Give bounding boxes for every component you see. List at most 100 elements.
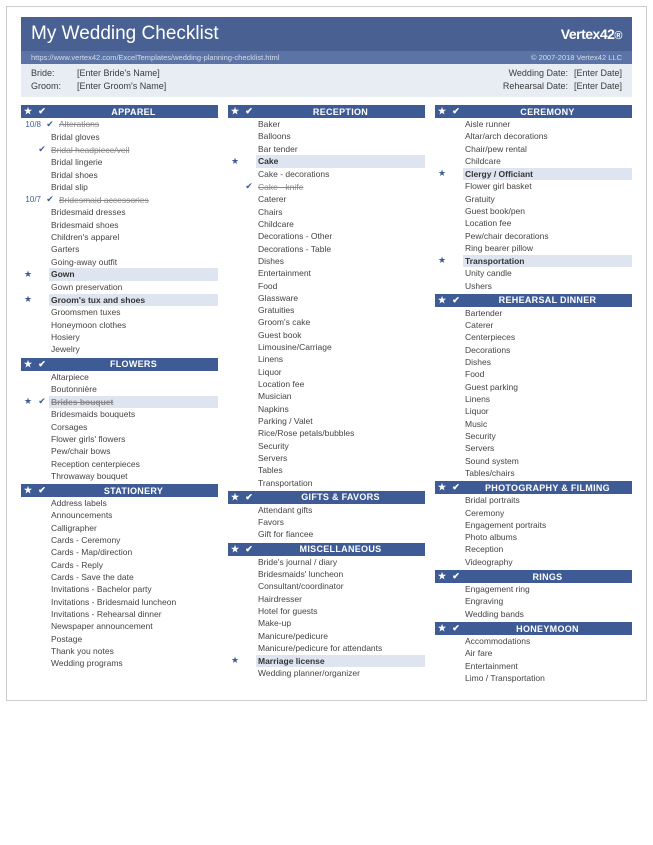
checklist-item[interactable]: Bartender <box>435 307 632 319</box>
checklist-item[interactable]: Decorations - Table <box>228 243 425 255</box>
checklist-item[interactable]: Garters <box>21 243 218 255</box>
checklist-item[interactable]: ★✔Brides bouquet <box>21 395 218 408</box>
checklist-item[interactable]: Going-away outfit <box>21 256 218 268</box>
checklist-item[interactable]: Engagement portraits <box>435 519 632 531</box>
checklist-item[interactable]: 10/7✔Bridesmaid accessories <box>21 193 218 206</box>
checklist-item[interactable]: Invitations - Rehearsal dinner <box>21 608 218 620</box>
checklist-item[interactable]: Napkins <box>228 403 425 415</box>
checklist-item[interactable]: Baker <box>228 118 425 130</box>
checklist-item[interactable]: Liquor <box>228 366 425 378</box>
checklist-item[interactable]: Flower girls' flowers <box>21 433 218 445</box>
checklist-item[interactable]: Limousine/Carriage <box>228 341 425 353</box>
checklist-item[interactable]: Altarpiece <box>21 371 218 383</box>
checklist-item[interactable]: Bar tender <box>228 143 425 155</box>
checklist-item[interactable]: Announcements <box>21 509 218 521</box>
checklist-item[interactable]: Wedding planner/organizer <box>228 667 425 679</box>
wedding-date-field[interactable]: [Enter Date] <box>574 68 622 78</box>
checklist-item[interactable]: Location fee <box>228 378 425 390</box>
checklist-item[interactable]: Caterer <box>435 319 632 331</box>
checklist-item[interactable]: Groom's cake <box>228 316 425 328</box>
checklist-item[interactable]: Gratuity <box>435 193 632 205</box>
checklist-item[interactable]: Groomsmen tuxes <box>21 306 218 318</box>
checklist-item[interactable]: ★Clergy / Officiant <box>435 167 632 180</box>
checklist-item[interactable]: 10/8✔Alterations <box>21 118 218 131</box>
checklist-item[interactable]: Transportation <box>228 477 425 489</box>
checklist-item[interactable]: Wedding programs <box>21 657 218 669</box>
checklist-item[interactable]: Pew/chair decorations <box>435 230 632 242</box>
checklist-item[interactable]: Hairdresser <box>228 593 425 605</box>
checklist-item[interactable]: Cake - decorations <box>228 168 425 180</box>
groom-field[interactable]: [Enter Groom's Name] <box>77 81 166 91</box>
checklist-item[interactable]: Chairs <box>228 206 425 218</box>
checklist-item[interactable]: Cards - Map/direction <box>21 546 218 558</box>
checklist-item[interactable]: Calligrapher <box>21 522 218 534</box>
checklist-item[interactable]: Decorations <box>435 344 632 356</box>
checklist-item[interactable]: Wedding bands <box>435 608 632 620</box>
checklist-item[interactable]: Cards - Ceremony <box>21 534 218 546</box>
checklist-item[interactable]: ★Transportation <box>435 254 632 267</box>
checklist-item[interactable]: Guest book <box>228 329 425 341</box>
checklist-item[interactable]: Centerpieces <box>435 331 632 343</box>
checklist-item[interactable]: Entertainment <box>228 267 425 279</box>
checklist-item[interactable]: Ceremony <box>435 507 632 519</box>
checklist-item[interactable]: Favors <box>228 516 425 528</box>
checklist-item[interactable]: Gratuities <box>228 304 425 316</box>
checklist-item[interactable]: Altar/arch decorations <box>435 130 632 142</box>
checklist-item[interactable]: Ushers <box>435 280 632 292</box>
checklist-item[interactable]: Music <box>435 418 632 430</box>
checklist-item[interactable]: Linens <box>435 393 632 405</box>
checklist-item[interactable]: Aisle runner <box>435 118 632 130</box>
checklist-item[interactable]: Food <box>228 280 425 292</box>
checklist-item[interactable]: Bridal gloves <box>21 131 218 143</box>
checklist-item[interactable]: Childcare <box>228 218 425 230</box>
checklist-item[interactable]: Pew/chair bows <box>21 445 218 457</box>
checklist-item[interactable]: Newspaper announcement <box>21 620 218 632</box>
checklist-item[interactable]: Bridal portraits <box>435 494 632 506</box>
checklist-item[interactable]: Liquor <box>435 405 632 417</box>
checklist-item[interactable]: Glassware <box>228 292 425 304</box>
checklist-item[interactable]: Limo / Transportation <box>435 672 632 684</box>
checklist-item[interactable]: Chair/pew rental <box>435 143 632 155</box>
checklist-item[interactable]: Children's apparel <box>21 231 218 243</box>
checklist-item[interactable]: Guest book/pen <box>435 205 632 217</box>
checklist-item[interactable]: Gift for fiancee <box>228 528 425 540</box>
checklist-item[interactable]: Linens <box>228 353 425 365</box>
checklist-item[interactable]: Servers <box>228 452 425 464</box>
checklist-item[interactable]: Accommodations <box>435 635 632 647</box>
checklist-item[interactable]: ✔Cake - knife <box>228 180 425 193</box>
checklist-item[interactable]: Bridal slip <box>21 181 218 193</box>
checklist-item[interactable]: Make-up <box>228 617 425 629</box>
checklist-item[interactable]: ✔Bridal headpiece/veil <box>21 143 218 156</box>
checklist-item[interactable]: Guest parking <box>435 381 632 393</box>
checklist-item[interactable]: Invitations - Bachelor party <box>21 583 218 595</box>
checklist-item[interactable]: Bridal lingerie <box>21 156 218 168</box>
checklist-item[interactable]: Tables/chairs <box>435 467 632 479</box>
checklist-item[interactable]: Tables <box>228 464 425 476</box>
checklist-item[interactable]: Throwaway bouquet <box>21 470 218 482</box>
checklist-item[interactable]: Hosiery <box>21 331 218 343</box>
checklist-item[interactable]: Bridesmaid shoes <box>21 219 218 231</box>
checklist-item[interactable]: Gown preservation <box>21 281 218 293</box>
checklist-item[interactable]: Bridesmaids bouquets <box>21 408 218 420</box>
checklist-item[interactable]: Security <box>435 430 632 442</box>
checklist-item[interactable]: Reception <box>435 543 632 555</box>
checklist-item[interactable]: Honeymoon clothes <box>21 319 218 331</box>
checklist-item[interactable]: Caterer <box>228 193 425 205</box>
checklist-item[interactable]: Food <box>435 368 632 380</box>
checklist-item[interactable]: Reception centerpieces <box>21 458 218 470</box>
checklist-item[interactable]: Sound system <box>435 455 632 467</box>
checklist-item[interactable]: Cards - Reply <box>21 559 218 571</box>
checklist-item[interactable]: Manicure/pedicure for attendants <box>228 642 425 654</box>
checklist-item[interactable]: ★Marriage license <box>228 654 425 667</box>
checklist-item[interactable]: Bridal shoes <box>21 169 218 181</box>
checklist-item[interactable]: Location fee <box>435 217 632 229</box>
checklist-item[interactable]: Air fare <box>435 647 632 659</box>
checklist-item[interactable]: ★Gown <box>21 268 218 281</box>
checklist-item[interactable]: Decorations - Other <box>228 230 425 242</box>
checklist-item[interactable]: Boutonnière <box>21 383 218 395</box>
checklist-item[interactable]: Invitations - Bridesmaid luncheon <box>21 596 218 608</box>
checklist-item[interactable]: Hotel for guests <box>228 605 425 617</box>
checklist-item[interactable]: Engraving <box>435 595 632 607</box>
checklist-item[interactable]: Videography <box>435 556 632 568</box>
checklist-item[interactable]: Balloons <box>228 130 425 142</box>
